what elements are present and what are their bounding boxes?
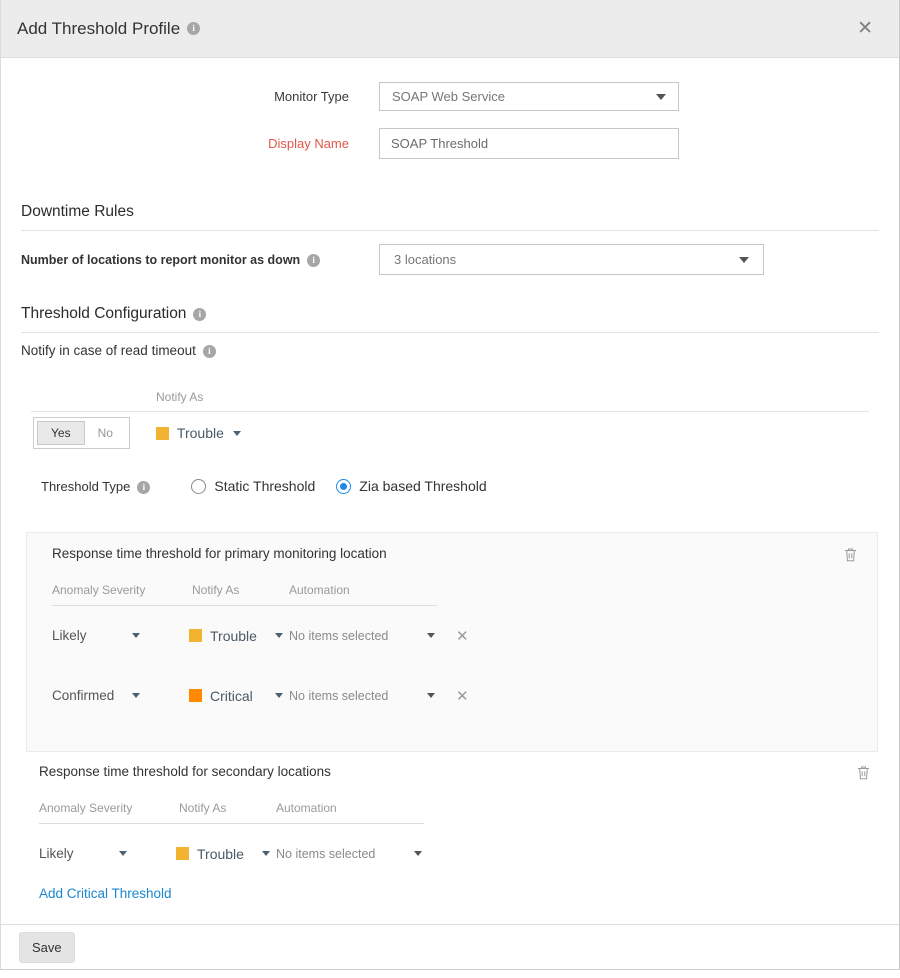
toggle-yes-button[interactable]: Yes (37, 421, 85, 445)
threshold-configuration-heading: Threshold Configuration (1, 305, 899, 323)
remove-row-icon[interactable] (456, 687, 469, 705)
chevron-down-icon (656, 94, 666, 100)
info-icon[interactable] (193, 308, 206, 321)
locations-label: Number of locations to report monitor as… (21, 253, 379, 267)
secondary-column-headers: Anomaly Severity Notify As Automation (39, 801, 424, 815)
divider (39, 823, 424, 824)
add-threshold-profile-dialog: Add Threshold Profile Monitor Type SOAP … (0, 0, 900, 970)
divider (21, 332, 879, 333)
monitor-type-label: Monitor Type (1, 89, 349, 104)
chevron-down-icon (275, 633, 283, 638)
monitor-type-value: SOAP Web Service (392, 89, 505, 104)
automation-select[interactable]: No items selected (289, 689, 435, 703)
automation-select[interactable]: No items selected (276, 847, 422, 861)
yes-no-toggle: Yes No (33, 417, 130, 449)
divider (21, 230, 879, 231)
notify-as-select[interactable]: Trouble (156, 425, 241, 441)
info-icon[interactable] (203, 345, 216, 358)
zia-threshold-radio[interactable]: Zia based Threshold (336, 478, 486, 494)
display-name-label: Display Name (1, 136, 349, 151)
read-timeout-label: Notify in case of read timeout (1, 343, 899, 358)
dialog-header: Add Threshold Profile (1, 0, 899, 58)
locations-row: Number of locations to report monitor as… (1, 244, 899, 275)
add-critical-threshold-link[interactable]: Add Critical Threshold (39, 886, 172, 901)
display-name-row: Display Name (1, 128, 899, 159)
threshold-type-row: Threshold Type Static Threshold Zia base… (41, 478, 899, 494)
primary-threshold-section: Response time threshold for primary moni… (26, 532, 878, 752)
info-icon[interactable] (137, 481, 150, 494)
info-icon[interactable] (307, 254, 320, 267)
save-button[interactable]: Save (19, 932, 75, 963)
delete-section-icon[interactable] (857, 765, 870, 785)
delete-section-icon[interactable] (844, 547, 857, 567)
secondary-threshold-section: Response time threshold for secondary lo… (39, 764, 876, 901)
chevron-down-icon (262, 851, 270, 856)
secondary-row-1: Likely Trouble No items selected (39, 844, 870, 863)
automation-select[interactable]: No items selected (289, 629, 435, 643)
display-name-input[interactable] (379, 128, 679, 159)
read-timeout-controls: Yes No Trouble (33, 417, 899, 449)
primary-row-1: Likely Trouble No items selected (52, 626, 857, 645)
severity-select[interactable]: Confirmed (52, 688, 140, 703)
chevron-down-icon (119, 851, 127, 856)
primary-row-2: Confirmed Critical No items selected (52, 686, 857, 705)
chevron-down-icon (414, 851, 422, 856)
radio-unselected-icon (191, 479, 206, 494)
threshold-type-label: Threshold Type (41, 479, 150, 494)
trouble-color-swatch (189, 629, 202, 642)
chevron-down-icon (275, 693, 283, 698)
notify-as-select[interactable]: Trouble (189, 628, 283, 644)
divider (52, 605, 437, 606)
primary-column-headers: Anomaly Severity Notify As Automation (52, 583, 437, 597)
radio-selected-icon (336, 479, 351, 494)
notify-as-select[interactable]: Trouble (176, 846, 270, 862)
monitor-type-row: Monitor Type SOAP Web Service (1, 82, 899, 111)
notify-as-value: Trouble (177, 425, 224, 441)
chevron-down-icon (132, 693, 140, 698)
locations-select[interactable]: 3 locations (379, 244, 764, 275)
severity-select[interactable]: Likely (52, 628, 140, 643)
secondary-section-title: Response time threshold for secondary lo… (39, 764, 331, 779)
notify-as-column-header: Notify As (156, 390, 203, 404)
primary-section-title: Response time threshold for primary moni… (52, 546, 387, 561)
close-icon[interactable] (847, 17, 883, 40)
trouble-color-swatch (156, 427, 169, 440)
static-threshold-radio[interactable]: Static Threshold (191, 478, 315, 494)
critical-color-swatch (189, 689, 202, 702)
chevron-down-icon (427, 633, 435, 638)
severity-select[interactable]: Likely (39, 846, 127, 861)
locations-value: 3 locations (394, 252, 456, 267)
chevron-down-icon (427, 693, 435, 698)
toggle-no-button[interactable]: No (85, 422, 126, 444)
info-icon[interactable] (187, 22, 200, 35)
dialog-title: Add Threshold Profile (17, 19, 180, 39)
dialog-footer: Save (1, 924, 899, 969)
chevron-down-icon (132, 633, 140, 638)
remove-row-icon[interactable] (456, 627, 469, 645)
divider (31, 411, 869, 412)
downtime-rules-heading: Downtime Rules (1, 203, 899, 221)
threshold-type-options: Static Threshold Zia based Threshold (191, 478, 486, 494)
chevron-down-icon (739, 257, 749, 263)
monitor-type-select[interactable]: SOAP Web Service (379, 82, 679, 111)
notify-as-select[interactable]: Critical (189, 688, 283, 704)
trouble-color-swatch (176, 847, 189, 860)
chevron-down-icon (233, 431, 241, 436)
